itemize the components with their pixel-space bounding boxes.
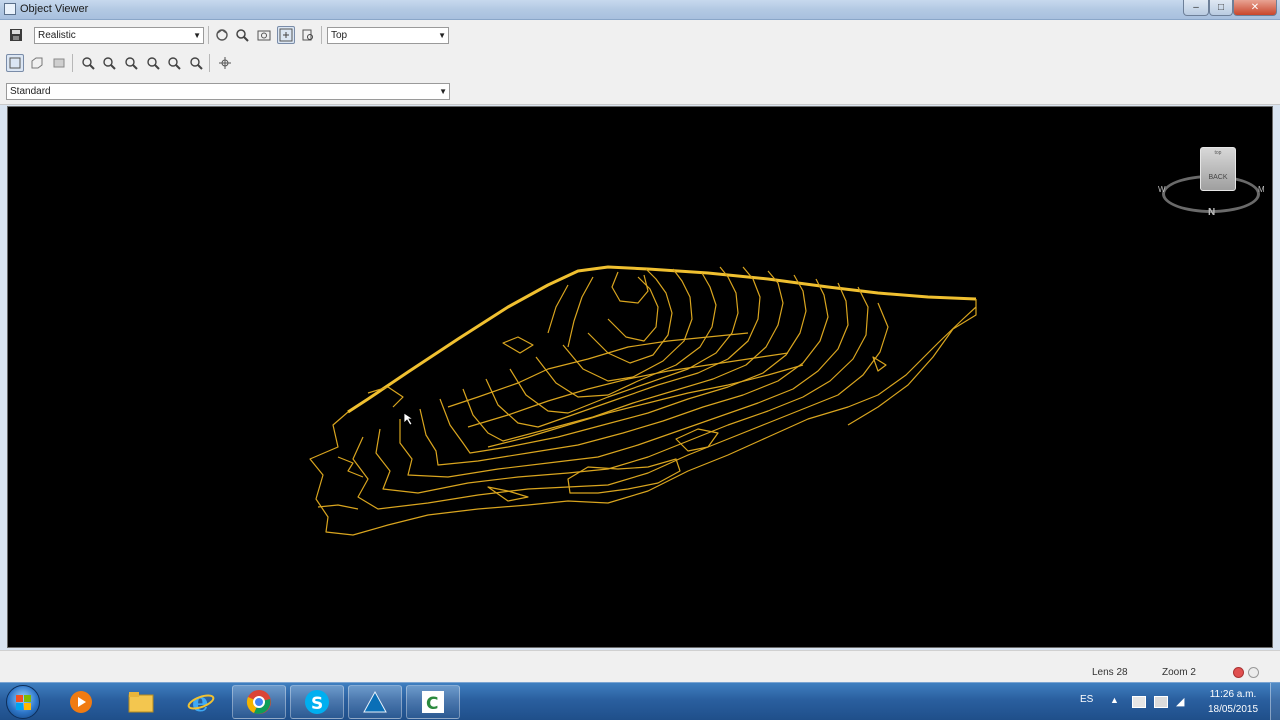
zoom-icon[interactable] [233,26,251,44]
display-style-select[interactable]: Standard ▼ [6,83,450,100]
visual-style-value: Realistic [38,30,76,41]
taskbar-chrome[interactable] [232,685,286,719]
viewcube-face[interactable]: top BACK [1200,147,1236,191]
app-icon [4,3,16,15]
view-top-icon[interactable] [6,54,24,72]
toolbar-separator [208,26,209,44]
pan-icon[interactable] [277,26,295,44]
view-direction-select[interactable]: Top ▼ [327,27,449,44]
taskbar-file-explorer[interactable] [114,685,168,719]
chevron-down-icon: ▼ [193,31,201,40]
skype-icon: S [305,690,329,714]
windows-logo-icon [16,695,31,710]
3d-viewport[interactable]: top BACK W M N [7,106,1273,648]
display-style-value: Standard [10,86,51,97]
compass-east-label[interactable]: M [1258,185,1265,194]
view-iso-icon[interactable] [28,54,46,72]
status-indicator-red[interactable] [1233,667,1244,678]
status-bar: Lens 28 Zoom 2 [0,650,1280,682]
zoom-previous-icon[interactable] [144,54,162,72]
extents-icon[interactable] [299,26,317,44]
show-desktop-button[interactable] [1270,683,1280,720]
toolbar-separator [72,54,73,72]
chevron-down-icon: ▼ [439,87,447,96]
viewcube-top-label: top [1214,150,1222,156]
orbit-icon[interactable] [213,26,231,44]
minimize-button[interactable]: – [1183,0,1209,16]
maximize-button[interactable]: □ [1209,0,1233,16]
zoom-readout: Zoom 2 [1162,667,1196,678]
action-center-icon[interactable] [1132,696,1146,708]
zoom-in-icon[interactable] [79,54,97,72]
compass-north-label[interactable]: N [1208,207,1215,218]
show-hidden-icons-icon[interactable]: ▲ [1110,695,1119,705]
crosshair-icon[interactable] [216,54,234,72]
taskbar-civil3d[interactable]: C [406,685,460,719]
svg-text:C: C [426,694,438,714]
svg-text:e: e [192,688,209,716]
taskbar-internet-explorer[interactable]: e [174,685,228,719]
zoom-all-icon[interactable] [165,54,183,72]
view-direction-value: Top [331,30,348,41]
zoom-extents-icon[interactable] [187,54,205,72]
media-player-icon [70,691,92,713]
toolbar-separator [321,26,322,44]
network-icon[interactable] [1154,696,1168,708]
chevron-down-icon: ▼ [438,31,446,40]
zoom-center-icon[interactable] [122,54,140,72]
language-indicator[interactable]: ES [1080,694,1093,705]
zoom-window-icon[interactable] [255,26,273,44]
zoom-out-icon[interactable] [100,54,118,72]
object-viewer-window: Object Viewer – □ ✕ Realistic ▼ Top ▼ St… [0,0,1280,720]
visual-style-select[interactable]: Realistic ▼ [34,27,204,44]
svg-text:S: S [311,694,323,714]
lens-readout: Lens 28 [1092,667,1128,678]
folder-icon [128,692,154,713]
close-button[interactable]: ✕ [1233,0,1277,16]
internet-explorer-icon: e [187,688,215,716]
taskbar-media-player[interactable] [54,685,108,719]
system-tray: ES ▲ ◢ 11:26 a.m. 18/05/2015 [1072,683,1280,720]
toolbar-separator [209,54,210,72]
save-icon[interactable] [7,26,25,44]
title-bar[interactable]: Object Viewer – □ ✕ [0,0,1280,20]
terrain-contours [309,265,977,536]
cursor-icon [403,412,415,426]
taskbar-skype[interactable]: S [290,685,344,719]
toolbar-area: Realistic ▼ Top ▼ Standard ▼ [0,20,1280,105]
window-title: Object Viewer [20,3,89,15]
autocad-icon [363,690,387,713]
view-render-icon[interactable] [50,54,68,72]
compass-west-label[interactable]: W [1158,185,1166,194]
chrome-icon [246,690,271,714]
viewcube[interactable]: top BACK W M N [1158,143,1268,223]
status-indicator-grey[interactable] [1248,667,1259,678]
clock-time[interactable]: 11:26 a.m. [1202,689,1264,700]
viewcube-face-label: BACK [1208,174,1228,181]
volume-icon[interactable]: ◢ [1176,695,1184,708]
civil3d-icon: C [422,691,444,714]
taskbar-autocad[interactable] [348,685,402,719]
clock-date[interactable]: 18/05/2015 [1202,704,1264,715]
taskbar: e S C ES ▲ ◢ 11:26 a.m. 18/05/2015 [0,682,1280,720]
start-button[interactable] [6,685,40,719]
